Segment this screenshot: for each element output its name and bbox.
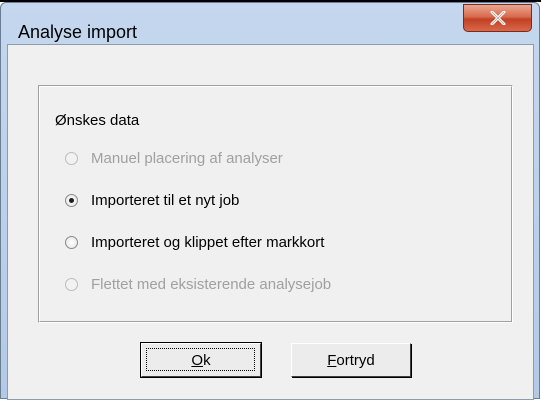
radio-import-new-job[interactable]: Importeret til et nyt job xyxy=(65,190,239,210)
radio-label: Importeret til et nyt job xyxy=(91,191,240,209)
dialog-window: Analyse import Ønskes data Manuel placer… xyxy=(0,2,540,400)
radio-label: Manuel placering af analyser xyxy=(91,149,283,167)
title-bar[interactable]: Analyse import xyxy=(1,3,539,47)
radio-circle xyxy=(65,277,78,291)
radio-merge-existing-job[interactable]: Flettet med eksisterende analysejob xyxy=(65,274,331,294)
radio-circle xyxy=(65,193,78,207)
dialog-client-area: Ønskes data Manuel placering af analyser… xyxy=(7,44,534,400)
cancel-button[interactable]: Fortryd xyxy=(291,343,411,377)
radio-circle xyxy=(65,151,78,165)
radio-circle xyxy=(65,235,78,249)
radio-label: Importeret og klippet efter markkort xyxy=(91,233,325,251)
close-x-icon xyxy=(490,11,505,25)
radio-manual-placement[interactable]: Manuel placering af analyser xyxy=(65,148,283,168)
radio-selected-dot xyxy=(69,197,74,203)
radio-label: Flettet med eksisterende analysejob xyxy=(91,275,332,293)
window-title: Analyse import xyxy=(18,22,138,42)
focus-rectangle xyxy=(146,348,255,371)
close-button[interactable] xyxy=(463,4,532,32)
radio-import-clip-field-map[interactable]: Importeret og klippet efter markkort xyxy=(65,232,324,252)
group-label: Ønskes data xyxy=(55,112,140,129)
ok-button[interactable]: Ok xyxy=(140,342,262,378)
